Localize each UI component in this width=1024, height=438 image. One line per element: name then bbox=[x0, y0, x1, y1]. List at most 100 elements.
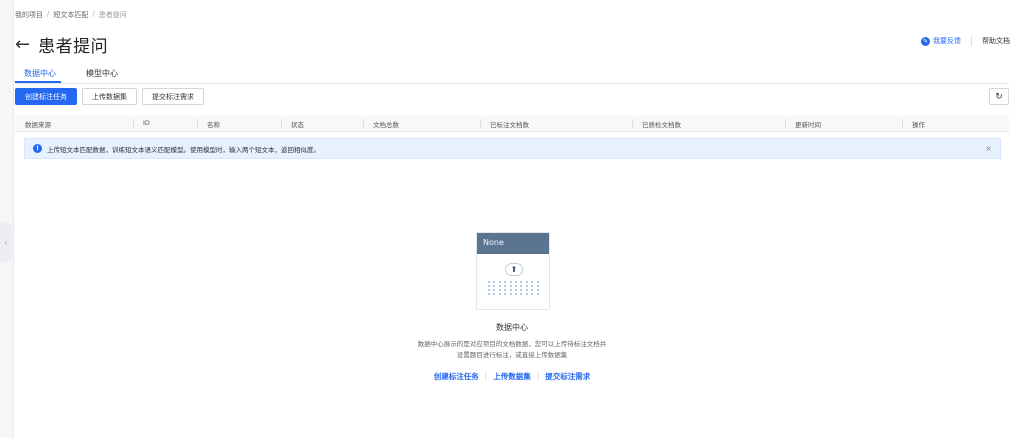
empty-state-title: 数据中心 bbox=[496, 323, 528, 332]
left-sidebar-edge bbox=[0, 0, 14, 438]
illustration-dot bbox=[493, 281, 496, 283]
breadcrumb-separator: / bbox=[92, 10, 95, 18]
illustration-dot bbox=[525, 281, 528, 283]
submit-request-button[interactable]: 提交标注需求 bbox=[142, 88, 204, 105]
illustration-dot bbox=[520, 289, 523, 291]
feedback-label: 我要反馈 bbox=[933, 37, 961, 45]
illustration-dot bbox=[504, 289, 507, 291]
alert-text: 上传短文本匹配数据，训练短文本语义匹配模型。使用模型时，输入两个短文本，返回相似… bbox=[47, 145, 320, 154]
column-header-source: 数据来源 bbox=[25, 121, 51, 129]
illustration-dots bbox=[488, 281, 542, 295]
illustration-dot bbox=[531, 281, 534, 283]
empty-state: None ⬆ 数据中心 数据中心展示的是对应项目的文档数据，您可以上传待标注文档… bbox=[15, 230, 1009, 390]
title-row: ← 患者提问 bbox=[15, 32, 108, 57]
empty-state-links: 创建标注任务 | 上传数据集 | 提交标注需求 bbox=[15, 371, 1009, 382]
illustration-dot bbox=[515, 289, 517, 291]
column-divider bbox=[197, 119, 198, 128]
illustration-dot bbox=[509, 293, 512, 295]
illustration-dot bbox=[520, 293, 523, 295]
page-title: 患者提问 bbox=[38, 37, 109, 57]
illustration-dot bbox=[536, 285, 539, 287]
column-header-id: ID bbox=[143, 119, 150, 127]
link-separator: | bbox=[536, 371, 540, 380]
submit-request-link[interactable]: 提交标注需求 bbox=[545, 371, 590, 382]
illustration-header: None bbox=[477, 233, 549, 254]
column-header-checked: 已质检文档数 bbox=[642, 121, 681, 129]
chevron-left-icon: ‹ bbox=[3, 235, 9, 249]
back-arrow-icon[interactable]: ← bbox=[15, 35, 30, 54]
info-alert: ! 上传短文本匹配数据，训练短文本语义匹配模型。使用模型时，输入两个短文本，返回… bbox=[24, 138, 1001, 159]
illustration-dot bbox=[515, 281, 517, 283]
header-actions: ✎ 我要反馈 帮助文档 bbox=[921, 36, 1010, 46]
illustration-dot bbox=[488, 281, 490, 283]
create-task-button[interactable]: 创建标注任务 bbox=[15, 88, 77, 105]
page: ‹ 我的项目 / 短文本匹配 / 患者提问 ← 患者提问 ✎ 我要反馈 帮助文档… bbox=[0, 0, 1024, 438]
column-header-name: 名称 bbox=[207, 121, 220, 129]
tab-bar: 数据中心 模型中心 bbox=[15, 66, 1009, 84]
close-icon[interactable]: × bbox=[985, 144, 992, 153]
feedback-link[interactable]: ✎ 我要反馈 bbox=[921, 36, 961, 46]
illustration-dot bbox=[488, 285, 490, 287]
illustration-dot bbox=[515, 285, 517, 287]
column-divider bbox=[281, 119, 282, 128]
illustration-dot bbox=[509, 289, 512, 291]
empty-illustration: None ⬆ bbox=[476, 232, 550, 310]
breadcrumb-item-short-text-match[interactable]: 短文本匹配 bbox=[53, 10, 88, 20]
link-separator: | bbox=[484, 371, 488, 380]
illustration-dot bbox=[488, 293, 490, 295]
column-header-actions: 操作 bbox=[912, 121, 925, 129]
illustration-dot bbox=[498, 289, 501, 291]
toolbar: 创建标注任务 上传数据集 提交标注需求 ↻ bbox=[15, 88, 1009, 108]
upload-dataset-button[interactable]: 上传数据集 bbox=[82, 88, 137, 105]
sidebar-collapse-handle[interactable]: ‹ bbox=[0, 222, 12, 262]
breadcrumb: 我的项目 / 短文本匹配 / 患者提问 bbox=[15, 10, 127, 20]
column-header-status: 状态 bbox=[291, 121, 304, 129]
illustration-dot bbox=[493, 289, 496, 291]
column-header-labeled: 已标注文档数 bbox=[490, 121, 529, 129]
create-task-link[interactable]: 创建标注任务 bbox=[434, 371, 479, 382]
illustration-dot bbox=[531, 285, 534, 287]
illustration-dot bbox=[488, 289, 490, 291]
column-header-doc-total: 文档总数 bbox=[373, 121, 399, 129]
illustration-dot bbox=[525, 285, 528, 287]
illustration-dot bbox=[531, 293, 534, 295]
illustration-dot bbox=[504, 281, 507, 283]
refresh-button[interactable]: ↻ bbox=[989, 88, 1009, 105]
refresh-icon: ↻ bbox=[995, 91, 1003, 102]
breadcrumb-item-projects[interactable]: 我的项目 bbox=[15, 10, 43, 20]
empty-desc-line-1: 数据中心展示的是对应项目的文档数据，您可以上传待标注文档并 bbox=[417, 340, 607, 348]
illustration-dot bbox=[536, 289, 539, 291]
illustration-dot bbox=[525, 289, 528, 291]
illustration-dot bbox=[509, 281, 512, 283]
illustration-dot bbox=[498, 281, 501, 283]
illustration-dot bbox=[493, 285, 496, 287]
column-divider bbox=[480, 119, 481, 128]
column-divider bbox=[133, 119, 134, 128]
illustration-dot bbox=[531, 289, 534, 291]
column-divider bbox=[902, 119, 903, 128]
feedback-icon: ✎ bbox=[921, 36, 930, 46]
help-docs-link[interactable]: 帮助文档 bbox=[982, 36, 1010, 46]
tab-model-center[interactable]: 模型中心 bbox=[77, 66, 123, 83]
table-header: 数据来源 ID 名称 状态 文档总数 已标注文档数 已质检文档数 更新时间 操作 bbox=[15, 115, 1009, 132]
illustration-dot bbox=[536, 293, 539, 295]
empty-desc-line-2: 设置题目进行标注，或直接上传数据集 bbox=[456, 351, 568, 359]
info-icon: ! bbox=[33, 144, 42, 153]
illustration-dot bbox=[515, 293, 517, 295]
illustration-dot bbox=[498, 285, 501, 287]
main-content: 我的项目 / 短文本匹配 / 患者提问 ← 患者提问 ✎ 我要反馈 帮助文档 数… bbox=[15, 0, 1024, 438]
illustration-dot bbox=[498, 293, 501, 295]
column-divider bbox=[785, 119, 786, 128]
illustration-dot bbox=[504, 285, 507, 287]
illustration-dot bbox=[509, 285, 512, 287]
upload-cloud-icon: ⬆ bbox=[505, 263, 523, 276]
illustration-dot bbox=[525, 293, 528, 295]
upload-dataset-link[interactable]: 上传数据集 bbox=[493, 371, 531, 382]
column-header-updated: 更新时间 bbox=[795, 121, 821, 129]
breadcrumb-separator: / bbox=[47, 10, 50, 18]
illustration-dot bbox=[536, 281, 539, 283]
column-divider bbox=[363, 119, 364, 128]
illustration-dot bbox=[493, 293, 496, 295]
breadcrumb-item-current: 患者提问 bbox=[98, 11, 127, 19]
tab-data-center[interactable]: 数据中心 bbox=[15, 66, 61, 83]
